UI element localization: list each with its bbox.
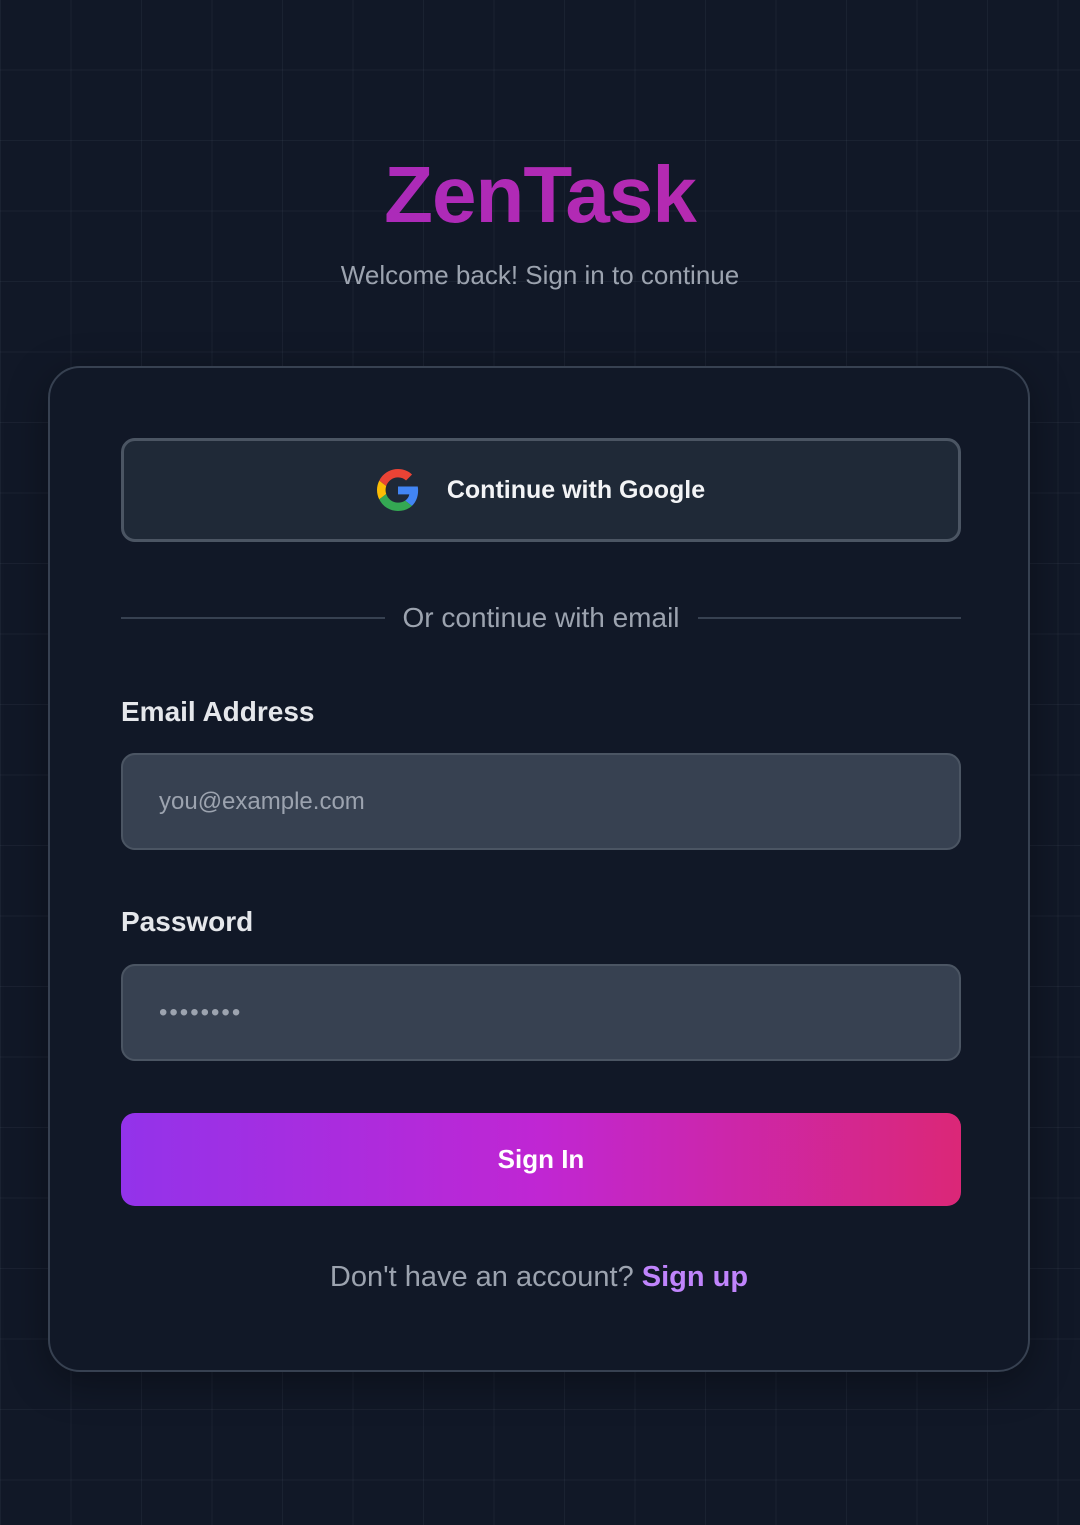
divider-line-left [121,617,385,619]
signup-prompt-text: Don't have an account? [329,1261,634,1293]
signup-prompt: Don't have an account? Sign up [50,1261,1028,1294]
google-signin-button[interactable]: Continue with Google [121,438,961,542]
divider: Or continue with email [121,598,962,638]
login-card: Continue with Google Or continue with em… [48,366,1030,1372]
google-icon [376,469,419,511]
signup-link[interactable]: Sign up [642,1261,748,1293]
password-label: Password [121,906,254,937]
page-subtitle: Welcome back! Sign in to continue [340,260,740,290]
divider-text: Or continue with email [402,602,680,633]
email-label: Email Address [121,696,315,727]
password-input[interactable] [121,964,961,1061]
app-logo-title: ZenTask [0,150,1080,240]
divider-line-right [697,617,962,619]
google-button-label: Continue with Google [446,475,706,504]
sign-in-button[interactable]: Sign In [121,1113,961,1206]
email-input[interactable] [121,753,961,850]
